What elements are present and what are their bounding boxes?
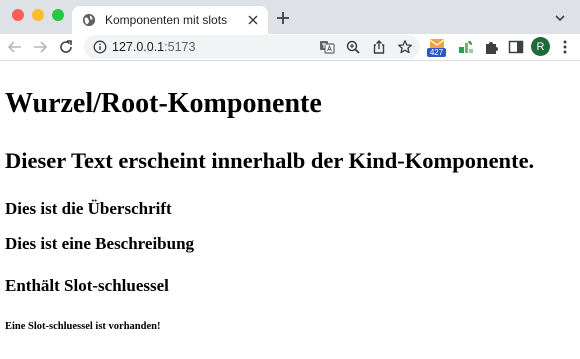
window-controls xyxy=(12,9,64,21)
url-port: :5173 xyxy=(164,40,196,54)
back-arrow-icon[interactable] xyxy=(7,39,23,55)
reload-icon[interactable] xyxy=(58,39,74,55)
extension-mail-button[interactable]: 427 xyxy=(427,38,446,57)
minimize-window-button[interactable] xyxy=(32,9,44,21)
browser-tab[interactable]: Komponenten mit slots xyxy=(72,6,268,34)
address-bar[interactable]: 127.0.0.1:5173 xyxy=(84,35,420,59)
tab-title: Komponenten mit slots xyxy=(105,13,228,27)
url-text[interactable]: 127.0.0.1:5173 xyxy=(112,39,195,55)
url-host: 127.0.0.1 xyxy=(112,40,165,54)
share-icon[interactable] xyxy=(371,39,387,55)
slot-key-heading: Enthält Slot-schluessel xyxy=(5,276,169,295)
close-window-button[interactable] xyxy=(12,9,24,21)
description-slot-heading: Dies ist eine Beschreibung xyxy=(5,234,195,253)
title-slot-heading: Dies ist die Überschrift xyxy=(5,199,172,218)
new-tab-plus-icon[interactable] xyxy=(275,10,291,26)
extension-badge-count: 427 xyxy=(427,48,446,57)
side-panel-icon[interactable] xyxy=(507,38,525,56)
forward-arrow-icon[interactable] xyxy=(32,39,48,55)
translate-icon[interactable] xyxy=(319,39,335,55)
zoom-icon[interactable] xyxy=(345,39,361,55)
close-tab-icon[interactable] xyxy=(246,13,260,27)
browser-toolbar: 127.0.0.1:5173 427 R xyxy=(0,34,580,61)
root-component-heading: Wurzel/Root-Komponente xyxy=(5,88,322,119)
slot-key-present-note: Eine Slot-schluessel ist vorhanden! xyxy=(5,321,161,332)
globe-icon xyxy=(82,13,96,27)
tab-strip: Komponenten mit slots xyxy=(0,0,580,34)
extension-green-icon[interactable] xyxy=(457,38,475,56)
tab-search-chevron-icon[interactable] xyxy=(554,12,566,24)
child-component-text: Dieser Text erscheint innerhalb der Kind… xyxy=(5,148,535,173)
profile-avatar[interactable]: R xyxy=(531,37,550,56)
site-info-icon[interactable] xyxy=(93,40,107,54)
extensions-puzzle-icon[interactable] xyxy=(483,38,501,56)
bookmark-star-icon[interactable] xyxy=(397,39,413,55)
more-menu-icon[interactable] xyxy=(562,39,568,55)
maximize-window-button[interactable] xyxy=(52,9,64,21)
